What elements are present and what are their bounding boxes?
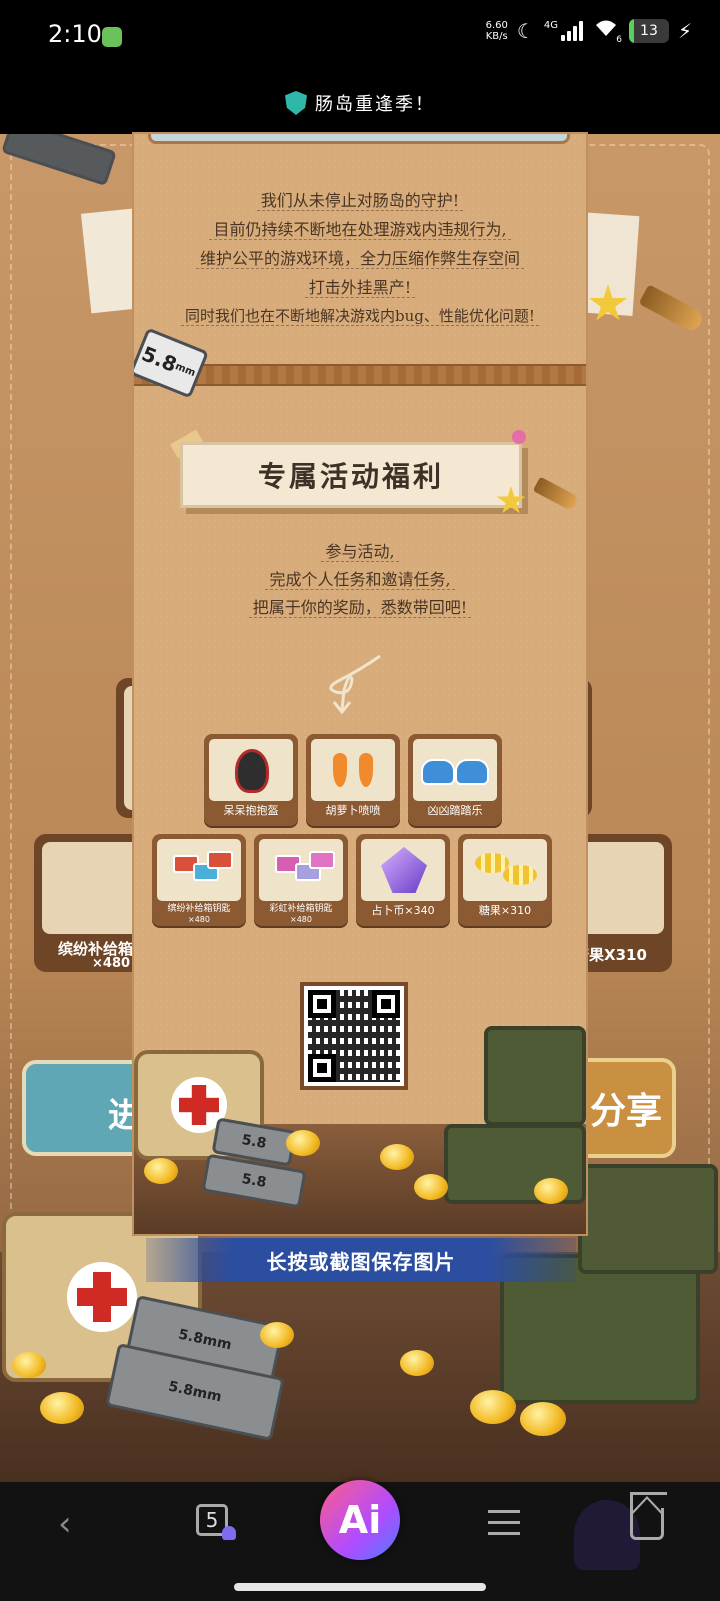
background-share-label: 分享 (589, 1091, 662, 1132)
candy-icon (380, 1144, 414, 1170)
app-notification-icon (102, 27, 122, 47)
ai-assistant-button[interactable]: Ai (320, 1480, 400, 1560)
network-type: 4G (543, 20, 558, 31)
ammo-box-icon: 5.8mm (134, 327, 209, 399)
share-poster[interactable]: 我们从未停止对肠岛的守护! 目前仍持续不断地在处理游戏内违规行为, 维护公平的游… (134, 134, 586, 1234)
battery-level-fill (628, 18, 635, 43)
candy-icon (463, 839, 547, 901)
wifi-icon: 6 (592, 18, 622, 45)
status-icons: 6.60 KB/s ☾ 4G 6 13 ⚡ (486, 18, 692, 45)
network-speed: 6.60 KB/s (486, 20, 508, 42)
battery-level: 13 (640, 22, 658, 39)
candy-icon (534, 1178, 568, 1204)
bullet-icon (532, 476, 580, 512)
intro-line: 目前仍持续不断地在处理游戏内违规行为, (209, 220, 511, 240)
reward-label: 胡萝卜喷喷 (325, 804, 381, 817)
helmet-icon (209, 739, 293, 801)
ghost-icon (222, 1526, 236, 1540)
poster-top-frame (148, 134, 570, 144)
shark-shoes-icon (413, 739, 497, 801)
wifi-badge: 6 (616, 35, 622, 45)
network-speed-unit: KB/s (485, 30, 508, 42)
gesture-bar[interactable] (234, 1583, 486, 1591)
rainbow-key-icon (259, 839, 343, 901)
carrot-jet-icon (311, 739, 395, 801)
intro-text: 我们从未停止对肠岛的守护! 目前仍持续不断地在处理游戏内违规行为, 维护公平的游… (134, 186, 586, 331)
status-time: 2:10 (48, 20, 102, 48)
ammo-label: 5.8 (138, 341, 181, 377)
activity-text: 参与活动, 完成个人任务和邀请任务, 把属于你的奖励，悉数带回吧! (134, 538, 586, 622)
intro-line: 我们从未停止对肠岛的守护! (256, 191, 464, 211)
battery-icon: 13 (628, 18, 669, 43)
section-title: 专属活动福利 (257, 460, 444, 493)
browser-nav-bar: ‹ 5 Ai (0, 1480, 720, 1601)
shield-icon (285, 91, 307, 115)
ammo-crate-lid-icon (484, 1026, 586, 1126)
home-icon[interactable] (630, 1508, 664, 1540)
page-header: 肠岛重逢季！ (0, 72, 720, 134)
background-invite-button: 进 (22, 1060, 152, 1156)
candy-icon (470, 1390, 516, 1424)
charging-icon: ⚡ (677, 18, 692, 43)
reward-label: 呆呆抱抱盔 (223, 804, 279, 817)
reward-card[interactable]: 胡萝卜喷喷 (306, 734, 400, 826)
activity-line: 参与活动, (321, 542, 399, 562)
ai-label: Ai (338, 1498, 382, 1542)
section-title-banner: 专属活动福利 (180, 442, 522, 508)
candy-icon (260, 1322, 294, 1348)
save-image-hint: 长按或截图保存图片 (146, 1238, 576, 1282)
reward-label: 彩虹补给箱钥匙 (269, 904, 333, 914)
reward-label: 缤纷补给箱钥匙 (167, 904, 231, 914)
activity-line: 完成个人任务和邀请任务, (265, 570, 455, 590)
reward-label: 糖果×310 (478, 904, 532, 917)
candy-icon (520, 1402, 566, 1436)
qr-code-icon[interactable] (300, 982, 408, 1090)
save-image-hint-text: 长按或截图保存图片 (266, 1249, 456, 1274)
chevron-left-icon[interactable]: ‹ (58, 1504, 72, 1544)
side-card-left-qty: ×480 (92, 956, 131, 971)
reward-qty: ×480 (290, 915, 312, 924)
reward-label: 凶凶踏踏乐 (427, 804, 483, 817)
reward-qty: ×480 (188, 915, 210, 924)
reward-card[interactable]: 呆呆抱抱盔 (204, 734, 298, 826)
candy-icon (400, 1350, 434, 1376)
reward-label: 占卜币×340 (371, 904, 435, 917)
candy-icon (144, 1158, 178, 1184)
ammo-crate-lid-icon (578, 1164, 718, 1274)
intro-line: 打击外挂黑产! (304, 278, 416, 298)
intro-line: 同时我们也在不断地解决游戏内bug、性能优化问题! (181, 307, 539, 326)
intro-line: 维护公平的游戏环境，全力压缩作弊生存空间 (195, 249, 524, 269)
status-bar: 2:10 6.60 KB/s ☾ 4G 6 13 ⚡ (0, 0, 720, 72)
page-title: 肠岛重逢季！ (315, 94, 435, 115)
network-speed-value: 6.60 (485, 19, 508, 31)
candy-icon (414, 1174, 448, 1200)
reward-card[interactable]: 凶凶踏踏乐 (408, 734, 502, 826)
reward-card[interactable]: 彩虹补给箱钥匙 ×480 (254, 834, 348, 926)
moon-icon: ☾ (516, 18, 535, 43)
candy-icon (40, 1392, 84, 1424)
reward-card[interactable]: 缤纷补给箱钥匙 ×480 (152, 834, 246, 926)
curly-arrow-icon (329, 654, 381, 715)
menu-icon[interactable] (488, 1510, 520, 1543)
signal-icon (560, 20, 583, 41)
candy-icon (286, 1130, 320, 1156)
colorful-key-icon (157, 839, 241, 901)
tab-count: 5 (205, 1508, 219, 1532)
reward-card[interactable]: 占卜币×340 (356, 834, 450, 926)
candy-icon (12, 1352, 46, 1378)
reward-card[interactable]: 糖果×310 (458, 834, 552, 926)
crystal-coin-icon (361, 839, 445, 901)
ammo-unit: mm (173, 360, 198, 379)
activity-line: 把属于你的奖励，悉数带回吧! (248, 598, 472, 618)
pin-icon (512, 430, 526, 444)
